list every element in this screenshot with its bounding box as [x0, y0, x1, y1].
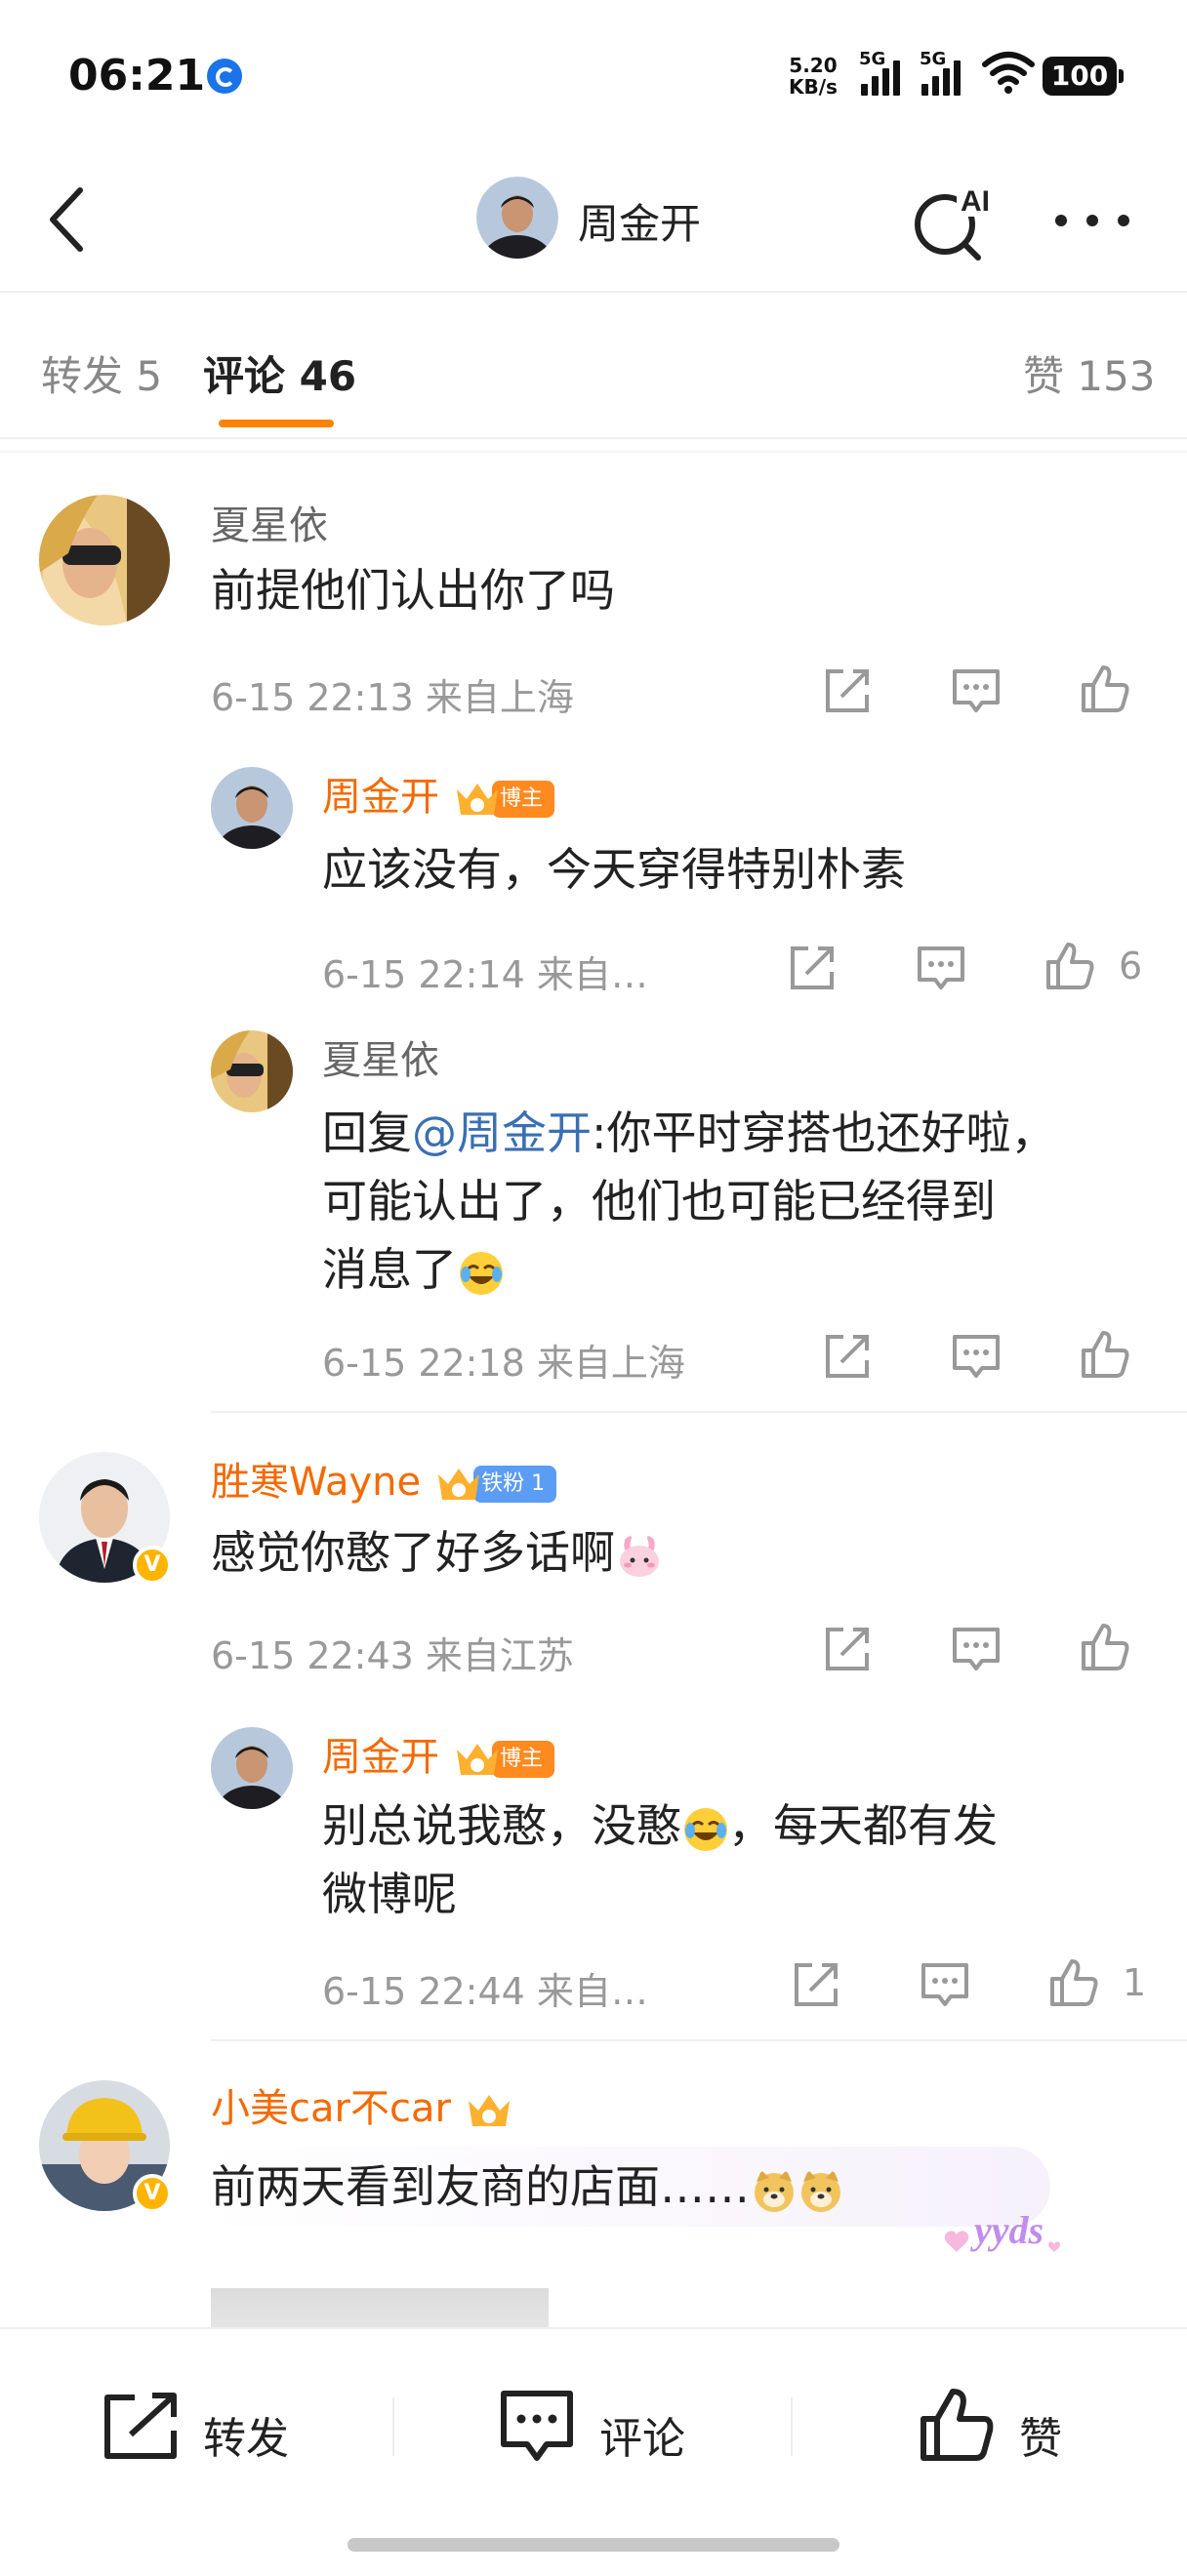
- like-icon[interactable]: [1048, 1957, 1099, 2008]
- reply-author-avatar[interactable]: [211, 1727, 293, 1809]
- comment-meta: 6-15 22:43 来自江苏: [211, 1634, 574, 1677]
- repost-icon[interactable]: [822, 1624, 873, 1674]
- tab-repost[interactable]: 转发 5: [41, 343, 162, 403]
- comment-author-line: 胜寒Wayne 铁粉 1: [211, 1450, 557, 1507]
- comment-text: 前提他们认出你了吗: [211, 564, 615, 617]
- like-action[interactable]: 赞: [918, 2384, 1093, 2472]
- divider: [392, 2397, 394, 2456]
- mention-link[interactable]: @周金开: [412, 1107, 592, 1159]
- reply-author-name[interactable]: 周金开: [322, 775, 439, 820]
- tab-bar: 转发 5 评论 46 赞 153: [0, 293, 1187, 439]
- commenter-avatar-wrap[interactable]: V: [39, 2080, 172, 2213]
- comment-author-line: 小美car不car: [211, 2076, 513, 2133]
- reply-author-name[interactable]: 周金开: [322, 1735, 439, 1780]
- laugh-cry-emoji-icon: [460, 1251, 503, 1295]
- comment-author-name[interactable]: 夏星依: [211, 494, 328, 550]
- svg-text:AI: AI: [961, 185, 990, 218]
- reply-author-line: 周金开 博主: [322, 765, 555, 822]
- comment-icon[interactable]: [920, 1959, 970, 2010]
- bottom-action-bar: 转发 评论 赞: [0, 2327, 1187, 2576]
- comment-icon[interactable]: [951, 665, 1002, 716]
- divider: [791, 2397, 793, 2456]
- reply-text-line: 消息了: [322, 1235, 504, 1304]
- repost-icon: [104, 2393, 177, 2459]
- reply-meta: 6-15 22:44 来自…: [322, 1970, 648, 2013]
- author-avatar[interactable]: [476, 177, 558, 259]
- status-time: 06:21: [68, 51, 206, 101]
- nav-title: 周金开: [578, 200, 702, 248]
- divider: [0, 451, 1187, 453]
- crown-icon: [465, 2089, 513, 2132]
- divider: [0, 437, 1187, 439]
- reply-text-line: 可能认出了，他们也可能已经得到: [322, 1175, 996, 1228]
- reply-text-line: 回复@周金开:你平时穿搭也还好啦，: [322, 1107, 1056, 1159]
- fan-level-badge: 铁粉 1: [473, 1466, 557, 1503]
- comment-icon[interactable]: [916, 943, 966, 993]
- status-bar: 06:21 5.20 KB/s 5G 5G 100: [0, 0, 1187, 146]
- crown-icon: [453, 1738, 502, 1781]
- repost-icon[interactable]: [822, 1331, 873, 1382]
- like-icon[interactable]: [1080, 1622, 1130, 1672]
- like-icon[interactable]: [1044, 941, 1095, 991]
- laugh-cry-emoji-icon: [684, 1807, 727, 1851]
- reply-text-line: 别总说我憨，没憨 ，每天都有发: [322, 1799, 998, 1852]
- signal-icon: 5G: [859, 49, 914, 98]
- reply-author-avatar[interactable]: [211, 767, 293, 849]
- verified-badge-icon: V: [133, 1546, 172, 1585]
- comment-icon[interactable]: [951, 1331, 1002, 1382]
- signal-icon: 5G: [920, 49, 974, 98]
- app-notification-icon: [207, 59, 242, 94]
- divider: [211, 2039, 1187, 2041]
- doge-emoji-icon: [755, 2169, 794, 2212]
- comment-image-thumbnail[interactable]: [211, 2288, 549, 2332]
- like-count: 6: [1119, 945, 1143, 987]
- reply-text: 应该没有，今天穿得特别朴素: [322, 843, 906, 896]
- network-speed: 5.20 KB/s: [789, 54, 838, 99]
- reply-meta: 6-15 22:14 来自…: [322, 953, 648, 996]
- divider: [211, 1411, 1187, 1413]
- more-options-icon[interactable]: [1049, 195, 1137, 244]
- tab-likes[interactable]: 赞 153: [1023, 343, 1156, 403]
- reply-meta: 6-15 22:18 来自上海: [322, 1342, 685, 1385]
- commenter-avatar-wrap[interactable]: V: [39, 1452, 172, 1585]
- top-nav-bar: 周金开 AI: [0, 146, 1187, 293]
- reply-author-name[interactable]: 夏星依: [322, 1028, 439, 1085]
- like-count: 1: [1123, 1961, 1147, 2004]
- repost-icon[interactable]: [791, 1959, 841, 2010]
- reply-author-avatar[interactable]: [211, 1030, 293, 1112]
- verified-badge-icon: V: [133, 2174, 172, 2213]
- doge-emoji-icon: [801, 2169, 840, 2212]
- comment-text: 前两天看到友商的店面……: [211, 2153, 843, 2221]
- back-icon[interactable]: [41, 181, 100, 259]
- reply-author-line: 周金开 博主: [322, 1725, 555, 1782]
- crown-icon: [434, 1463, 483, 1506]
- ai-search-icon[interactable]: AI: [908, 176, 996, 263]
- bunny-emoji-icon: [620, 1534, 659, 1577]
- comment-text: 感觉你憨了好多话啊: [211, 1518, 662, 1587]
- crown-icon: [453, 778, 502, 821]
- comment-action[interactable]: 评论: [498, 2384, 713, 2472]
- comment-icon[interactable]: [951, 1624, 1002, 1674]
- tab-active-indicator: [219, 420, 334, 427]
- like-icon: [921, 2389, 994, 2461]
- like-icon[interactable]: [1080, 664, 1130, 714]
- battery-indicator: 100: [1043, 57, 1124, 96]
- like-icon[interactable]: [1080, 1329, 1130, 1380]
- comment-icon: [501, 2391, 573, 2461]
- tab-comments[interactable]: 评论 46: [203, 343, 356, 403]
- comment-author-name[interactable]: 小美car不car: [211, 2086, 451, 2131]
- reply-text-line: 微博呢: [322, 1868, 457, 1920]
- repost-action[interactable]: 转发: [102, 2384, 316, 2472]
- comment-meta: 6-15 22:13 来自上海: [211, 676, 574, 719]
- commenter-avatar[interactable]: [39, 495, 170, 625]
- repost-icon[interactable]: [822, 665, 873, 716]
- yyds-sticker: yyds: [937, 2203, 1074, 2266]
- comment-author-name[interactable]: 胜寒Wayne: [211, 1460, 421, 1505]
- home-indicator[interactable]: [348, 2538, 839, 2552]
- repost-icon[interactable]: [787, 943, 838, 993]
- wifi-icon: [982, 52, 1035, 94]
